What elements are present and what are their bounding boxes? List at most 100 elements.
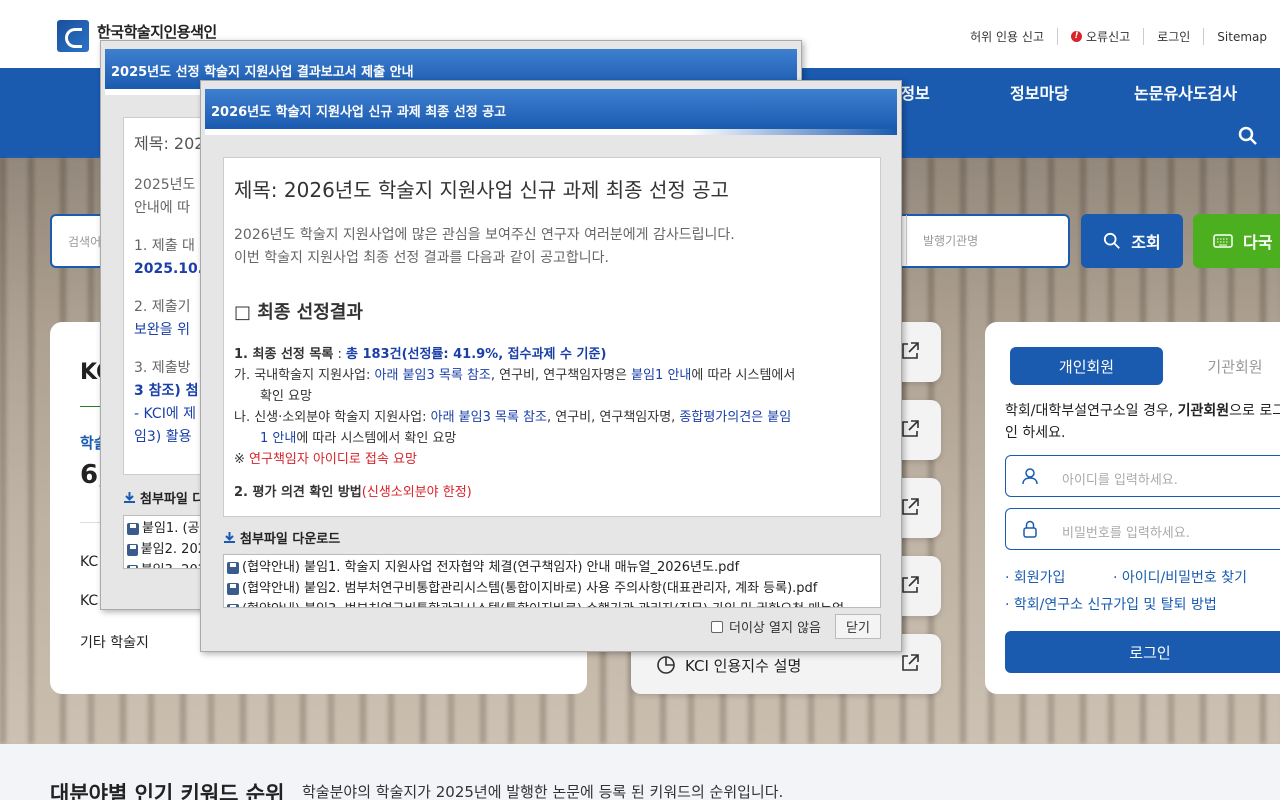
util-sitemap-link[interactable]: Sitemap [1203, 28, 1280, 45]
external-link-icon [902, 576, 919, 593]
result-item-2-label: 2. 평가 의견 확인 방법 [234, 485, 362, 500]
search-icon[interactable] [1238, 126, 1258, 146]
find-id-pw-link[interactable]: · 아이디/비밀번호 찾기 [1113, 567, 1247, 587]
result-item-2: 2. 평가 의견 확인 방법(신생소외분야 한정) [234, 482, 874, 503]
no-show-checkbox[interactable] [711, 620, 723, 633]
login-note: 학회/대학부설연구소일 경우, 기관회원으로 로그인 하세요. [1005, 400, 1280, 444]
publisher-input[interactable]: 발행기관명 [906, 215, 994, 265]
back-line-9: - KCI에 제 [134, 406, 197, 422]
result-item-ga: 가. 국내학술지 지원사업: 아래 붙임3 목록 참조, 연구비, 연구책임자명… [234, 365, 874, 386]
login-button[interactable]: 로그인 [1005, 631, 1280, 673]
attachment-3-label: (협약안내) 붙임3. 범부처연구비통합관리시스템(통합이지바로) 수행기관 관… [242, 599, 844, 607]
util-error-report-link[interactable]: ! 오류신고 [1057, 28, 1143, 45]
keyboard-icon [1213, 234, 1233, 248]
back-attachment-2[interactable]: 붙임2. 202 [127, 539, 206, 560]
nav-item-similarity[interactable]: 논문유사도검사 [1134, 80, 1237, 104]
back-attachment-3[interactable]: 붙임3. 202 [127, 560, 206, 568]
tab-institution-member[interactable]: 기관회원 [1175, 347, 1280, 385]
ga-link-2[interactable]: 붙임1 안내 [631, 368, 691, 383]
result-list: 1. 최종 선정 목록 : 총 183건(선정률: 41.9%, 접수과제 수 … [234, 344, 874, 503]
popup-back-body-title: 제목: 202 [134, 134, 205, 153]
ga-prefix: 가. 국내학술지 지원사업: [234, 368, 375, 383]
na-cont-link[interactable]: 1 안내 [260, 431, 296, 446]
result-item-2-value: (신생소외분야 한정) [361, 485, 472, 500]
alert-icon: ! [1071, 31, 1082, 42]
result-note: ※ 연구책임자 아이디로 접속 요망 [234, 449, 874, 470]
multi-search-label: 다국 [1243, 233, 1273, 252]
popup-front-attach-list[interactable]: (협약안내) 붙임1. 학술지 지원사업 전자협약 체결(연구책임자) 안내 매… [223, 554, 881, 608]
result-item-na: 나. 신생·소외분야 학술지 지원사업: 아래 붙임3 목록 참조, 연구비, … [234, 407, 874, 428]
na-link-2[interactable]: 종합평가의견은 붙임 [679, 410, 791, 425]
back-attachment-3-label: 붙임3. 202 [141, 560, 206, 568]
disk-icon [127, 564, 138, 568]
external-link-icon [902, 498, 919, 515]
join-link[interactable]: · 회원가입 [1005, 567, 1065, 587]
popup-front-attach-title: 첨부파일 다운로드 [223, 528, 340, 547]
close-button[interactable]: 닫기 [835, 614, 881, 639]
pie-chart-icon [657, 656, 675, 674]
search-button-label: 조회 [1131, 233, 1161, 252]
note-mark: ※ [234, 452, 250, 467]
back-attachment-1[interactable]: 붙임1. (공 [127, 518, 206, 539]
institution-join-link[interactable]: · 학회/연구소 신규가입 및 탈퇴 방법 [1005, 594, 1217, 614]
disk-icon [127, 543, 138, 556]
back-line-3: 1. 제출 대 [134, 238, 195, 254]
disk-icon [227, 582, 239, 595]
download-icon [124, 492, 135, 503]
back-line-6: 보완을 위 [134, 322, 190, 338]
util-login-link[interactable]: 로그인 [1143, 28, 1203, 45]
ga-mid: , 연구비, 연구책임자명은 [490, 368, 632, 383]
login-note-bold: 기관회원 [1177, 403, 1230, 419]
result-item-1-value: 총 183건(선정률: 41.9%, 접수과제 수 기준) [345, 347, 607, 362]
keyword-section: 대분야별 인기 키워드 순위 학술분야의 학술지가 2025년에 발행한 논문에… [0, 744, 1280, 800]
attachment-1[interactable]: (협약안내) 붙임1. 학술지 지원사업 전자협약 체결(연구책임자) 안내 매… [227, 557, 877, 578]
stats-row-other[interactable]: 기타 학술지 [80, 632, 149, 652]
popup-footer: 더이상 열지 않음 닫기 [711, 614, 881, 639]
no-show-label[interactable]: 더이상 열지 않음 [729, 617, 821, 636]
back-line-1: 2025년도 [134, 177, 196, 193]
attachment-3[interactable]: (협약안내) 붙임3. 범부처연구비통합관리시스템(통합이지바로) 수행기관 관… [227, 599, 877, 607]
popup-back-attach-label: 첨부파일 다 [140, 492, 205, 507]
na-mid: , 연구비, 연구책임자명, [546, 410, 680, 425]
popup-front-intro: 2026년도 학술지 지원사업에 많은 관심을 보여주신 연구자 여러분에게 감… [234, 224, 735, 270]
stats-row-kci1[interactable]: KC [80, 554, 98, 570]
na-link-1[interactable]: 아래 붙임3 목록 참조 [431, 410, 547, 425]
util-error-report-label: 오류신고 [1086, 30, 1131, 44]
back-line-8: 3 참조) 첨 [134, 383, 199, 399]
result-item-ga-cont: 확인 요망 [260, 389, 312, 404]
tab-personal-member[interactable]: 개인회원 [1010, 347, 1163, 385]
back-attachment-1-label: 붙임1. (공 [142, 521, 200, 536]
popup-front-body-title: 제목: 2026년도 학술지 지원사업 신규 과제 최종 선정 공고 [234, 178, 729, 202]
popup-front-body[interactable]: 제목: 2026년도 학술지 지원사업 신규 과제 최종 선정 공고 2026년… [223, 157, 881, 517]
user-icon [1022, 468, 1038, 485]
attachment-1-label: (협약안내) 붙임1. 학술지 지원사업 전자협약 체결(연구책임자) 안내 매… [242, 560, 740, 575]
na-cont-text: 에 따라 시스템에서 확인 요망 [296, 431, 457, 446]
utility-menu: 허위 인용 신고 ! 오류신고 로그인 Sitemap [957, 28, 1280, 45]
stats-row-kci2[interactable]: KC [80, 593, 98, 609]
search-button[interactable]: 조회 [1081, 214, 1183, 268]
multi-search-button[interactable]: 다국 [1193, 214, 1280, 268]
nav-item-info-madang[interactable]: 정보마당 [1010, 80, 1069, 104]
search-placeholder: 검색어 [68, 235, 102, 249]
popup-front-titlebar[interactable]: 2026년도 학술지 지원사업 신규 과제 최종 선정 공고 [205, 89, 897, 135]
popup-back-attach-list: 붙임1. (공 붙임2. 202 붙임3. 202 [123, 515, 209, 569]
attachment-2[interactable]: (협약안내) 붙임2. 범부처연구비통합관리시스템(통합이지바로) 사용 주의사… [227, 578, 877, 599]
popup-selection-notice: 2026년도 학술지 지원사업 신규 과제 최종 선정 공고 제목: 2026년… [200, 80, 902, 652]
result-item-1: 1. 최종 선정 목록 : 총 183건(선정률: 41.9%, 접수과제 수 … [234, 347, 607, 362]
password-placeholder: 비밀번호를 입력하세요. [1062, 526, 1190, 541]
external-link-icon [902, 342, 919, 359]
logo-text: 한국학술지인용색인 [97, 22, 217, 41]
popup-back-body: 제목: 202 2025년도 안내에 따 1. 제출 대 2025.10.1 2… [123, 117, 209, 475]
keyword-section-title: 대분야별 인기 키워드 순위 [50, 782, 285, 800]
password-input[interactable]: 비밀번호를 입력하세요. [1005, 508, 1280, 550]
keyword-section-desc: 학술분야의 학술지가 2025년에 발행한 논문에 등록 된 키워드의 순위입니… [302, 783, 784, 800]
util-false-citation-link[interactable]: 허위 인용 신고 [957, 28, 1057, 45]
login-card: 개인회원 기관회원 학회/대학부설연구소일 경우, 기관회원으로 로그인 하세요… [985, 322, 1280, 694]
attachment-2-label: (협약안내) 붙임2. 범부처연구비통합관리시스템(통합이지바로) 사용 주의사… [242, 581, 818, 596]
back-line-2: 안내에 따 [134, 200, 190, 216]
kci-index-text: KCI 인용지수 설명 [685, 656, 802, 675]
login-note-prefix: 학회/대학부설연구소일 경우, [1005, 403, 1174, 419]
id-input[interactable]: 아이디를 입력하세요. [1005, 455, 1280, 497]
back-line-10: 임3) 활용 [134, 429, 192, 445]
ga-link-1[interactable]: 아래 붙임3 목록 참조 [375, 368, 491, 383]
